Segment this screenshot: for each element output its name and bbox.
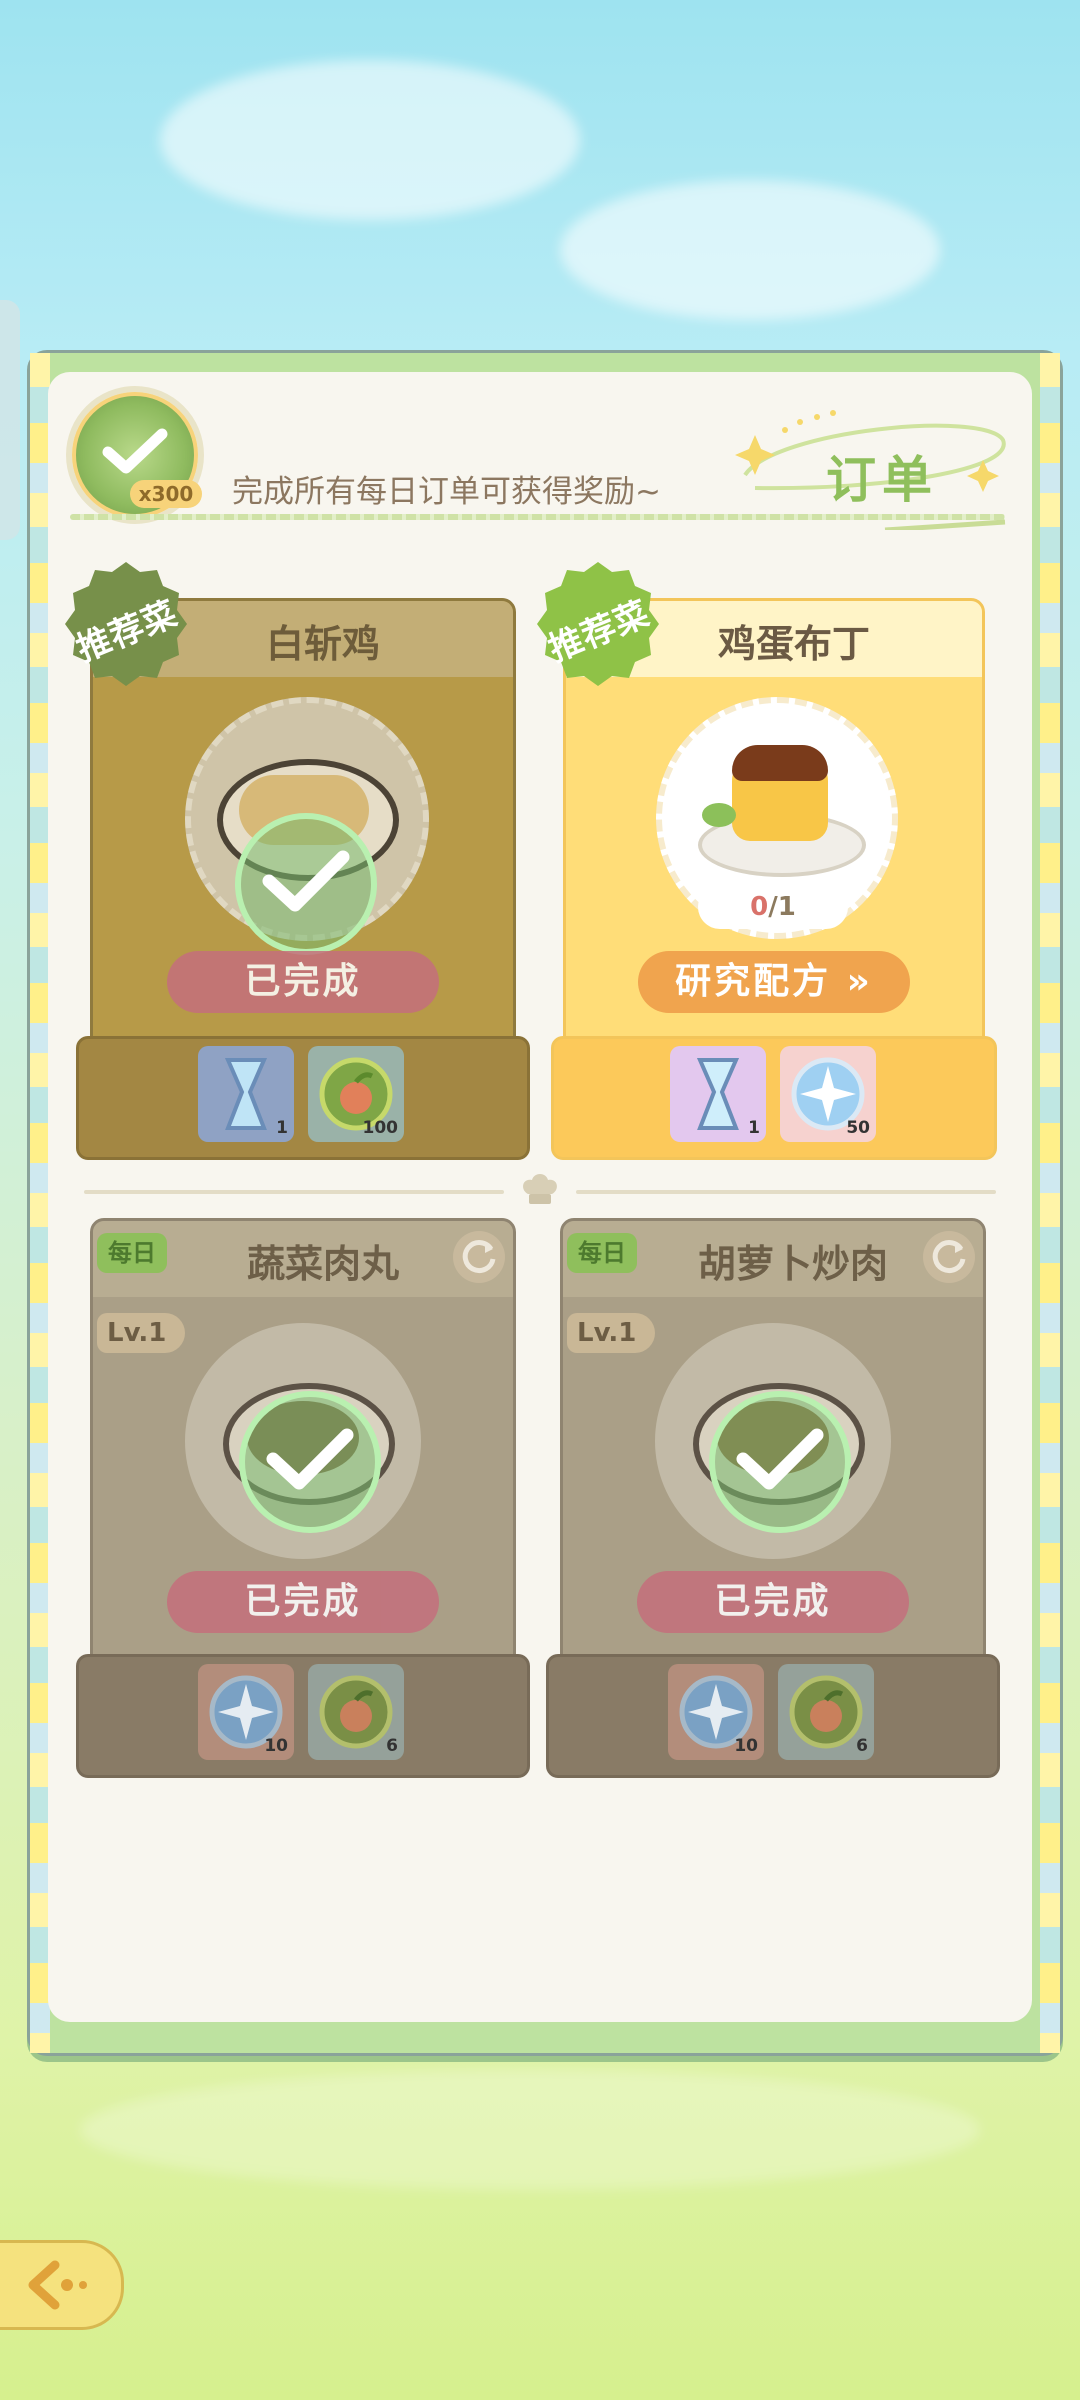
cloud-decoration [160,60,580,220]
refresh-order-button[interactable] [453,1231,505,1283]
reward-qty: 1 [748,1118,760,1138]
refresh-icon [932,1240,966,1274]
recommended-badge: 推荐菜 [528,556,668,696]
cloud-decoration [80,2070,980,2190]
completed-check-icon [239,1391,381,1533]
order-card-huluobuchaorou[interactable]: 胡萝卜炒肉 每日 Lv.1 已完成 [560,1218,986,1674]
recommended-badge: 推荐菜 [56,556,196,696]
completed-check-icon [709,1391,851,1533]
check-icon [102,428,168,474]
reward-qty: 100 [362,1118,399,1138]
reward-qty: 6 [856,1736,868,1756]
progress-counter: 0/1 [698,885,848,929]
star-token-icon[interactable]: 10 [668,1664,764,1760]
reward-count: x300 [130,480,202,508]
reward-strip [76,1654,530,1778]
star-token-icon[interactable]: 50 [780,1046,876,1142]
status-completed: 已完成 [167,1571,439,1633]
hourglass-icon[interactable]: 1 [198,1046,294,1142]
daily-tag: 每日 [97,1233,167,1273]
fruit-token-icon[interactable]: 6 [778,1664,874,1760]
fruit-token-icon[interactable]: 100 [308,1046,404,1142]
reward-qty: 50 [846,1118,870,1138]
refresh-icon [462,1240,496,1274]
reward-qty: 10 [264,1736,288,1756]
level-tag: Lv.1 [97,1313,185,1353]
reward-strip [551,1036,997,1160]
refresh-order-button[interactable] [923,1231,975,1283]
page-title: 订单 [826,451,938,509]
reward-qty: 1 [276,1118,288,1138]
reward-hint-text: 完成所有每日订单可获得奖励~ [232,474,661,510]
section-divider [84,1190,504,1194]
fruit-token-icon[interactable]: 6 [308,1664,404,1760]
reward-strip [76,1036,530,1160]
side-drawer-handle[interactable] [0,300,20,540]
status-completed: 已完成 [637,1571,909,1633]
level-tag: Lv.1 [567,1313,655,1353]
reward-qty: 6 [386,1736,398,1756]
section-divider [576,1190,996,1194]
chef-hat-icon [523,1174,557,1204]
star-token-icon[interactable]: 10 [198,1664,294,1760]
cloud-decoration [560,180,940,320]
status-completed: 已完成 [167,951,439,1013]
back-arrow-icon [28,2260,87,2310]
reward-strip [546,1654,1000,1778]
hourglass-icon[interactable]: 1 [670,1046,766,1142]
order-card-shucairouwan[interactable]: 蔬菜肉丸 每日 Lv.1 已完成 [90,1218,516,1674]
daily-tag: 每日 [567,1233,637,1273]
research-recipe-button[interactable]: 研究配方 » [638,951,910,1013]
reward-qty: 10 [734,1736,758,1756]
completed-check-icon [235,813,377,955]
header-divider [70,514,1005,520]
back-button[interactable] [0,2240,124,2330]
